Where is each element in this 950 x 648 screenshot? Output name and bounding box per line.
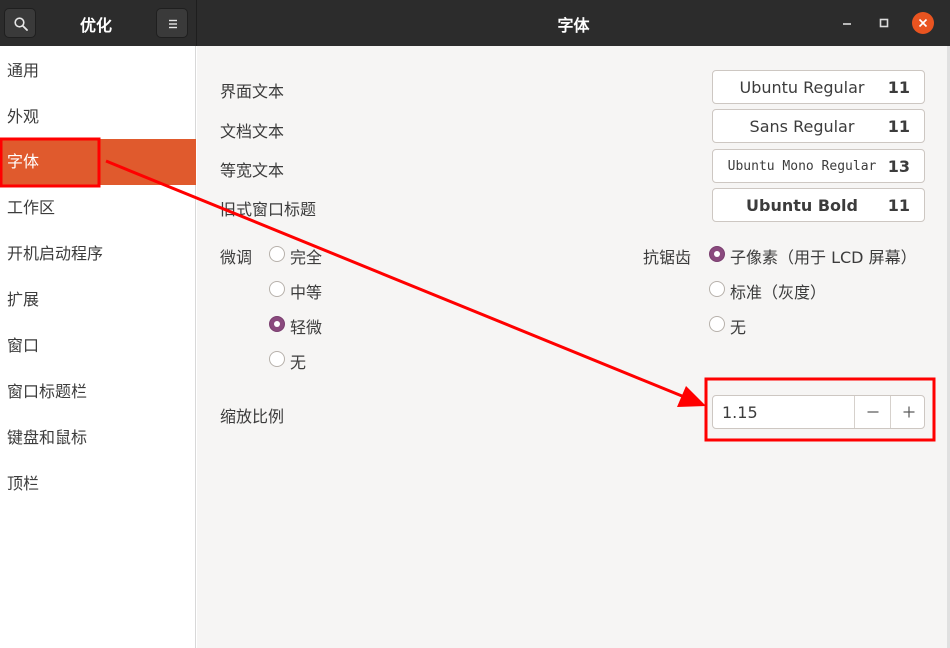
radio-button-selected[interactable] (709, 246, 725, 262)
close-button[interactable] (912, 12, 934, 34)
hinting-option-label: 轻微 (290, 318, 323, 337)
interface-text-label: 界面文本 (220, 82, 285, 101)
sidebar-item-general[interactable]: 通用 (0, 48, 196, 94)
hinting-option-label: 完全 (290, 248, 323, 267)
scaling-factor-spinbutton[interactable]: 1.15 (712, 395, 925, 429)
sidebar-item-windows[interactable]: 窗口 (0, 323, 196, 369)
minus-icon (867, 411, 879, 413)
radio-button[interactable] (269, 246, 285, 262)
document-font-name: Sans Regular (749, 117, 855, 136)
document-text-label: 文档文本 (220, 122, 285, 141)
antialiasing-label: 抗锯齿 (643, 248, 692, 267)
hinting-option-label: 无 (290, 353, 307, 372)
scaling-factor-label: 缩放比例 (220, 407, 285, 426)
monospace-font-button[interactable]: Ubuntu Mono Regular 13 (712, 149, 925, 183)
increase-button[interactable] (890, 396, 926, 428)
monospace-font-size: 13 (887, 157, 910, 176)
menu-button[interactable] (156, 8, 188, 38)
scaling-factor-value[interactable]: 1.15 (722, 403, 758, 422)
sidebar-item-appearance[interactable]: 外观 (0, 94, 196, 140)
sidebar-item-keyboard-mouse[interactable]: 键盘和鼠标 (0, 415, 196, 461)
minimize-button[interactable] (836, 12, 858, 34)
app-title: 优化 (79, 16, 112, 35)
legacy-window-title-font-button[interactable]: Ubuntu Bold 11 (712, 188, 925, 222)
header-left-pane: 优化 (0, 0, 196, 46)
decrease-button[interactable] (854, 396, 890, 428)
hinting-option-label: 中等 (290, 283, 323, 302)
antialiasing-option-label: 无 (730, 318, 747, 337)
radio-button[interactable] (709, 316, 725, 332)
interface-font-size: 11 (887, 78, 910, 97)
minimize-icon (843, 23, 851, 25)
legacy-window-title-label: 旧式窗口标题 (220, 200, 317, 219)
sidebar: 通用 外观 字体 工作区 开机启动程序 扩展 窗口 窗口标题栏 键盘和鼠标 顶栏 (0, 46, 196, 648)
maximize-button[interactable] (873, 12, 895, 34)
legacy-window-title-font-name: Ubuntu Bold (746, 196, 858, 215)
search-icon (14, 17, 28, 31)
interface-font-button[interactable]: Ubuntu Regular 11 (712, 70, 925, 104)
hamburger-menu-icon (169, 19, 177, 29)
sidebar-item-window-titlebars[interactable]: 窗口标题栏 (0, 369, 196, 415)
radio-button-selected[interactable] (269, 316, 285, 332)
sidebar-item-extensions[interactable]: 扩展 (0, 277, 196, 323)
fonts-settings-panel: 界面文本 Ubuntu Regular 11 文档文本 Sans Regular… (197, 46, 950, 648)
header-bar: 优化 字体 (0, 0, 950, 46)
close-icon (918, 18, 928, 28)
plus-icon (903, 406, 915, 418)
legacy-window-title-font-size: 11 (887, 196, 910, 215)
sidebar-item-top-bar[interactable]: 顶栏 (0, 461, 196, 507)
radio-button[interactable] (269, 351, 285, 367)
radio-button[interactable] (709, 281, 725, 297)
antialiasing-option-label: 子像素（用于 LCD 屏幕） (730, 248, 917, 267)
sidebar-item-workspaces[interactable]: 工作区 (0, 185, 196, 231)
maximize-icon (879, 18, 889, 28)
antialiasing-option-label: 标准（灰度） (730, 283, 827, 302)
document-font-size: 11 (887, 117, 910, 136)
radio-button[interactable] (269, 281, 285, 297)
document-font-button[interactable]: Sans Regular 11 (712, 109, 925, 143)
monospace-text-label: 等宽文本 (220, 161, 285, 180)
monospace-font-name: Ubuntu Mono Regular (727, 159, 877, 174)
hinting-label: 微调 (220, 248, 253, 267)
sidebar-item-startup-applications[interactable]: 开机启动程序 (0, 231, 196, 277)
interface-font-name: Ubuntu Regular (739, 78, 865, 97)
search-button[interactable] (4, 8, 36, 38)
sidebar-item-fonts[interactable]: 字体 (0, 139, 196, 185)
